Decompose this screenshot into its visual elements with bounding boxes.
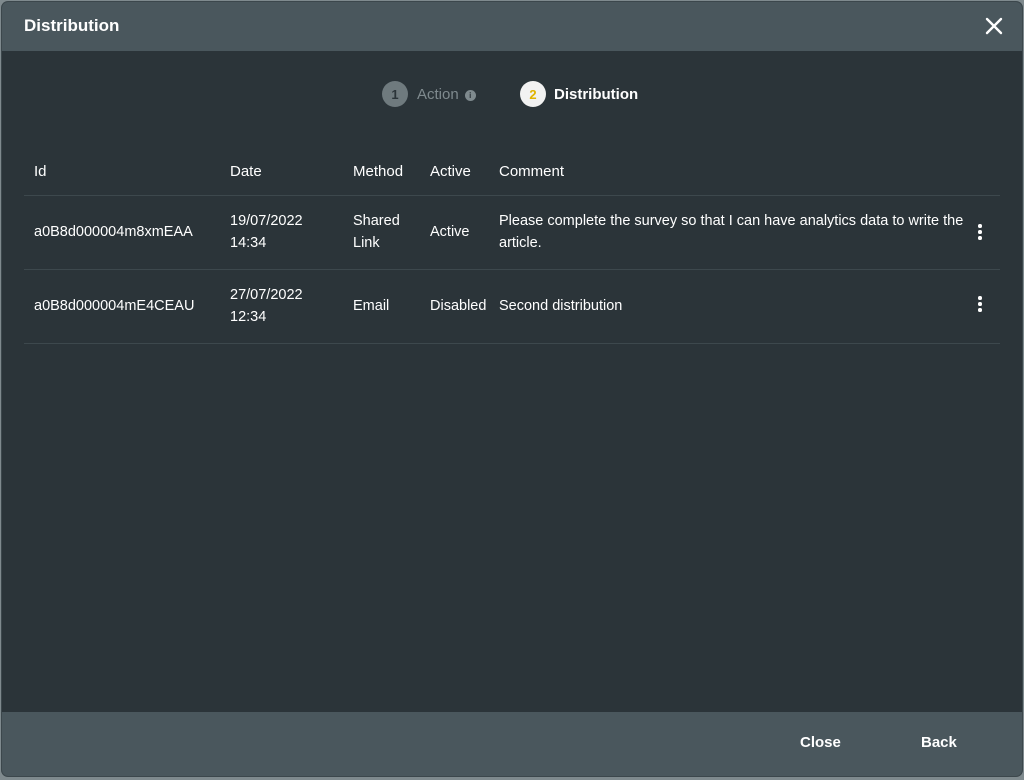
table-row[interactable]: a0B8d000004m8xmEAA 19/07/2022 14:34 Shar…: [24, 196, 1000, 270]
column-header-active: Active: [430, 163, 471, 180]
cell-method-line1: Email: [353, 298, 390, 314]
close-button[interactable]: Close: [800, 734, 841, 751]
cell-date-time: 14:34: [230, 235, 267, 251]
step-label: Distribution: [554, 85, 639, 103]
close-icon[interactable]: [982, 14, 1006, 38]
step-label: Action: [417, 85, 459, 103]
cell-id: a0B8d000004mE4CEAU: [34, 298, 195, 314]
cell-method-line2: Link: [353, 235, 380, 251]
cell-method: Shared Link: [353, 210, 423, 254]
table-header: Id Date Method Active Comment: [24, 150, 1000, 196]
column-header-comment: Comment: [499, 163, 565, 180]
cell-active: Disabled: [430, 298, 487, 314]
more-vertical-icon[interactable]: [968, 292, 992, 316]
step-distribution[interactable]: 2 Distribution: [520, 80, 638, 108]
cell-method: Email: [353, 295, 423, 317]
cell-date: 19/07/2022 14:34: [230, 210, 340, 254]
back-button[interactable]: Back: [921, 734, 957, 751]
distribution-dialog: Distribution 1 Action i 2 Distribution I…: [2, 2, 1022, 776]
more-vertical-icon[interactable]: [968, 220, 992, 244]
stepper: 1 Action i 2 Distribution: [2, 80, 1022, 110]
cell-date-day: 19/07/2022: [230, 213, 303, 229]
info-icon[interactable]: i: [464, 89, 476, 101]
table-row[interactable]: a0B8d000004mE4CEAU 27/07/2022 12:34 Emai…: [24, 270, 1000, 344]
dialog-header: Distribution: [2, 2, 1022, 51]
step-number: 2: [520, 81, 546, 107]
dialog-title: Distribution: [24, 16, 120, 35]
cell-date: 27/07/2022 12:34: [230, 284, 340, 328]
cell-date-time: 12:34: [230, 309, 267, 325]
column-header-id: Id: [34, 163, 47, 180]
column-header-method: Method: [353, 163, 404, 180]
step-action[interactable]: 1 Action i: [382, 80, 476, 108]
cell-id: a0B8d000004m8xmEAA: [34, 224, 193, 240]
dialog-footer: Close Back: [2, 712, 1022, 776]
cell-method-line1: Shared: [353, 213, 400, 229]
cell-comment: Please complete the survey so that I can…: [499, 213, 964, 251]
step-number: 1: [382, 81, 408, 107]
cell-date-day: 27/07/2022: [230, 287, 303, 303]
column-header-date: Date: [230, 163, 262, 180]
cell-comment: Second distribution: [499, 298, 623, 314]
cell-active: Active: [430, 224, 470, 240]
distribution-table: Id Date Method Active Comment a0B8d00000…: [24, 150, 1000, 344]
